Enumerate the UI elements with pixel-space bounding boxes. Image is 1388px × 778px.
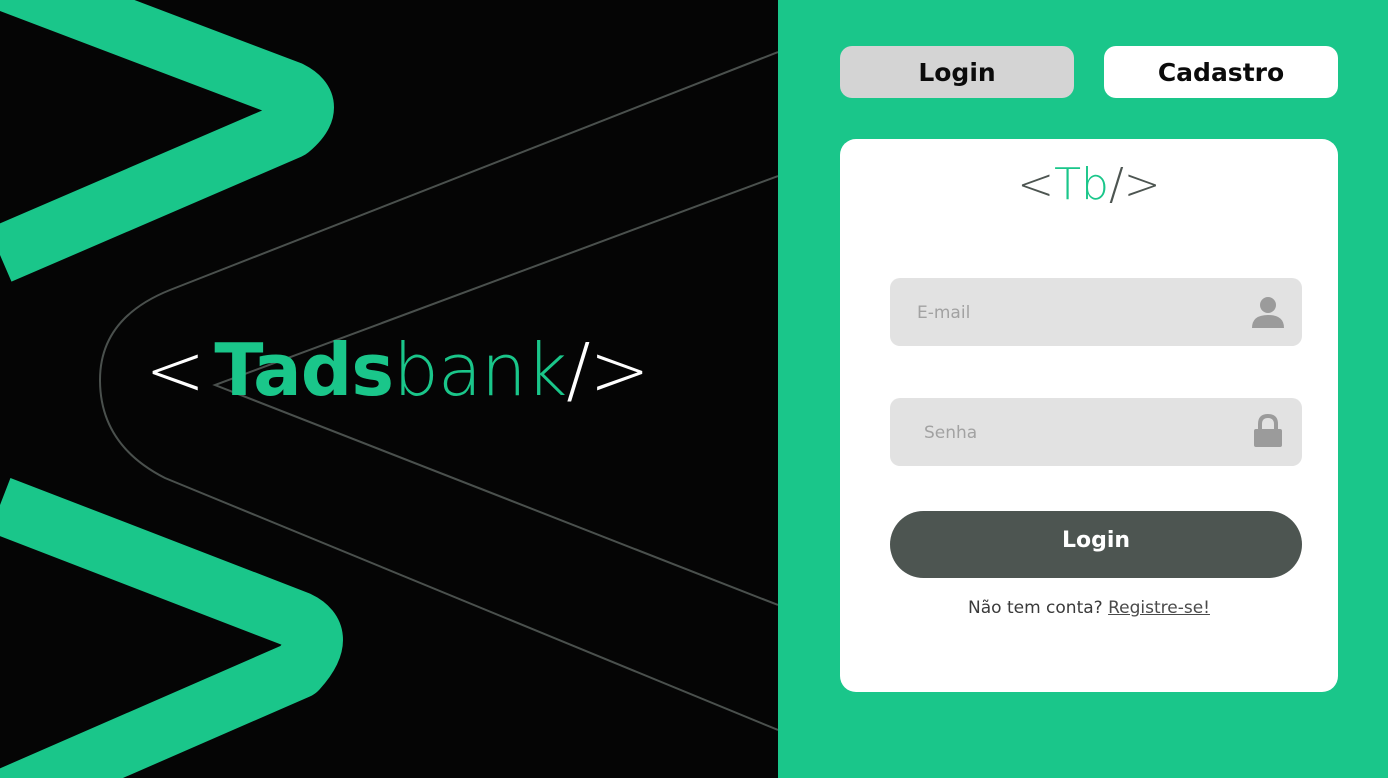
card-logo-tb: Tb <box>1054 159 1109 210</box>
lock-icon <box>1254 414 1282 447</box>
login-button[interactable]: Login <box>890 511 1302 578</box>
brand-panel: < Tads bank /> <box>0 0 778 778</box>
card-logo: <Tb/> <box>840 163 1338 207</box>
card-logo-close: /> <box>1108 159 1161 210</box>
login-card: <Tb/> Login Não tem conta? Registre-se! <box>840 139 1338 692</box>
tadsbank-logo: < Tads bank /> <box>145 328 650 412</box>
register-prompt-line: Não tem conta? Registre-se! <box>840 598 1338 618</box>
logo-bank-text: bank <box>393 328 567 412</box>
register-link[interactable]: Registre-se! <box>1108 598 1210 618</box>
logo-open-bracket: < <box>145 328 205 412</box>
card-logo-open: < <box>1017 159 1055 210</box>
user-icon <box>1252 297 1284 328</box>
auth-panel: Login Cadastro <Tb/> Login Não tem conta… <box>778 0 1388 778</box>
logo-tads-text: Tads <box>214 328 394 412</box>
tab-login[interactable]: Login <box>840 46 1074 98</box>
top-green-chevron <box>0 0 334 282</box>
email-field <box>890 278 1302 348</box>
password-field <box>890 398 1302 468</box>
bottom-green-chevron <box>0 477 343 778</box>
password-input[interactable] <box>922 398 1246 468</box>
email-input[interactable] <box>915 278 1239 348</box>
logo-close-bracket: /> <box>566 328 650 412</box>
tab-cadastro[interactable]: Cadastro <box>1104 46 1338 98</box>
register-prompt-text: Não tem conta? <box>968 598 1103 618</box>
